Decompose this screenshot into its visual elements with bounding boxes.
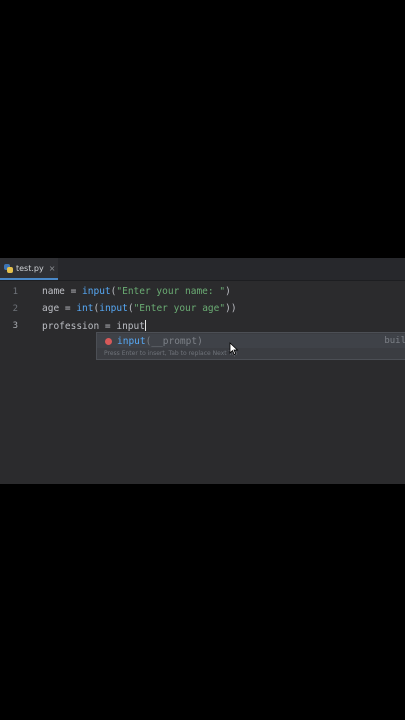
completion-params: (__prompt) <box>145 335 203 347</box>
python-file-icon <box>4 263 13 273</box>
line-number: 1 <box>12 287 18 297</box>
tab-label: test.py <box>16 263 44 273</box>
mouse-pointer-icon <box>229 342 239 356</box>
tab-test-py[interactable]: test.py × <box>0 258 58 280</box>
completion-name: input <box>117 335 146 347</box>
function-icon <box>105 337 112 345</box>
completion-hint: Press Enter to insert, Tab to replace Ne… <box>104 350 238 357</box>
line-number: 2 <box>12 304 18 314</box>
text-caret <box>144 320 146 331</box>
completion-popup: input (__prompt) buil Press Enter to ins… <box>96 332 405 360</box>
completion-item[interactable]: input (__prompt) buil <box>97 334 405 348</box>
code-editor: test.py × 1 2 3 name = input("Enter your… <box>0 258 405 484</box>
code-line[interactable]: age = int(input("Enter your age")) <box>42 303 237 315</box>
completion-type-hint: buil <box>384 336 405 346</box>
line-number-gutter: 1 2 3 <box>0 281 26 484</box>
code-line[interactable]: name = input("Enter your name: ") <box>42 286 231 298</box>
close-icon[interactable]: × <box>49 264 56 273</box>
editor-tab-bar: test.py × <box>0 258 405 281</box>
line-number: 3 <box>12 321 18 331</box>
